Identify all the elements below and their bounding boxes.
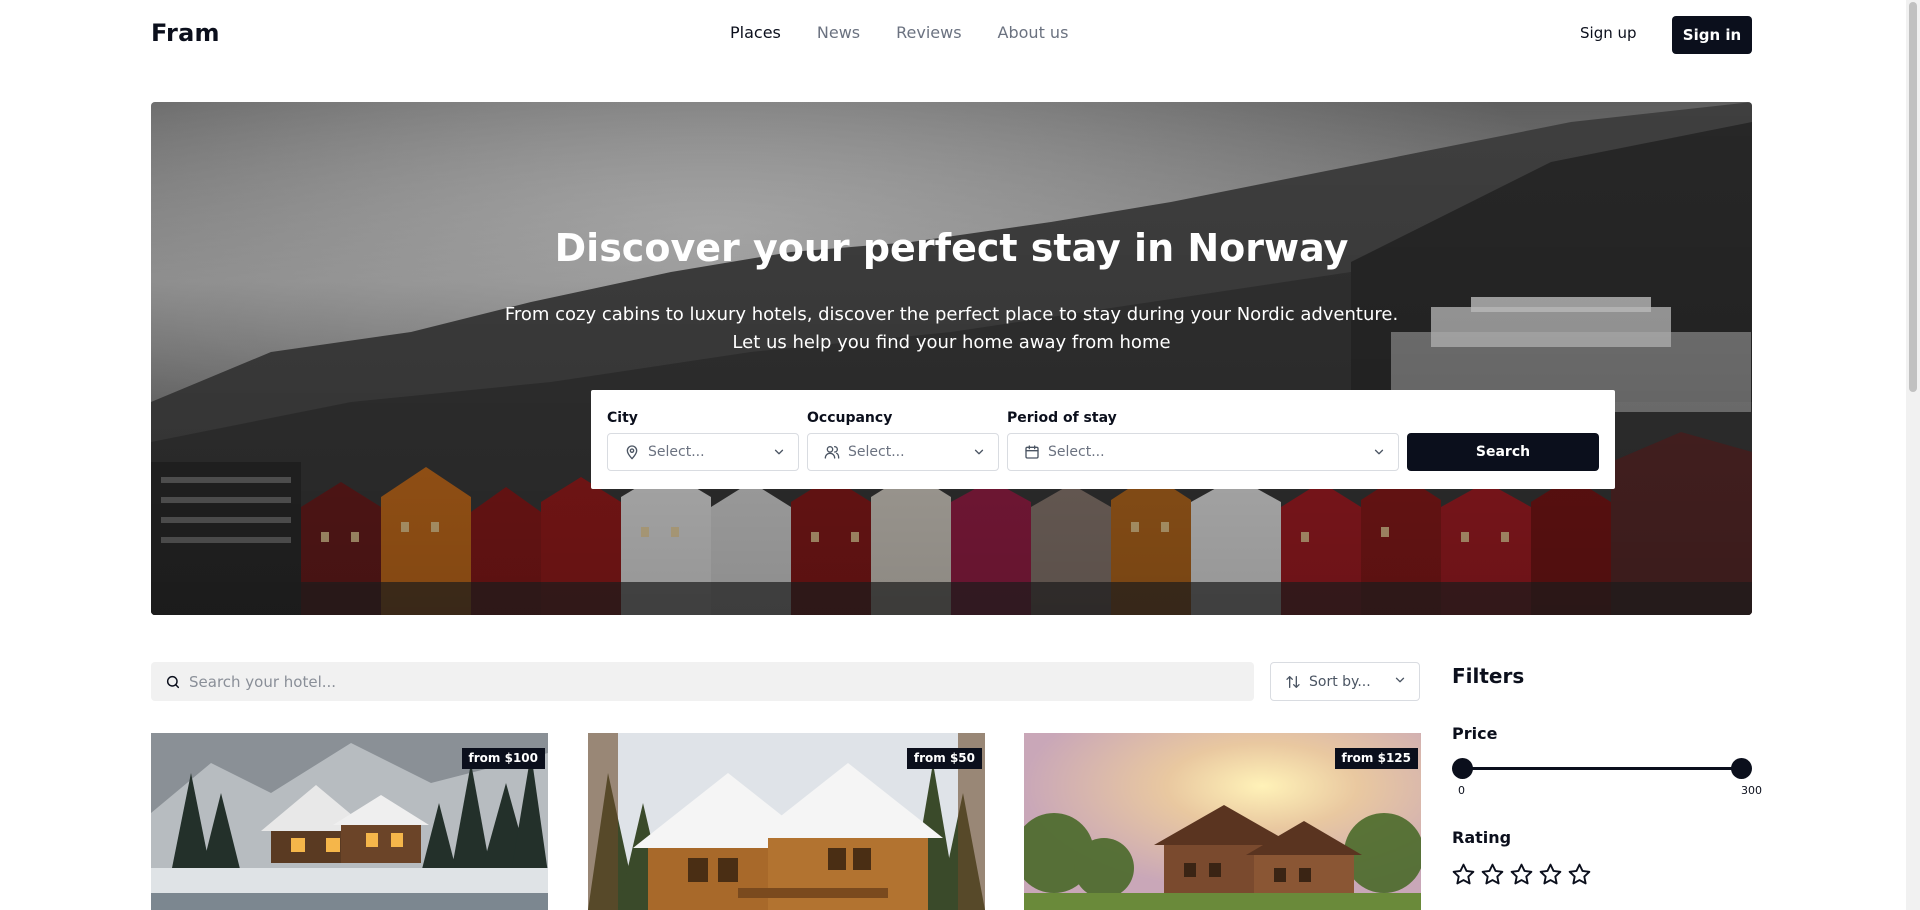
chevron-down-icon bbox=[972, 445, 986, 459]
star-icon[interactable] bbox=[1451, 862, 1476, 887]
page-scrollbar[interactable] bbox=[1906, 0, 1920, 910]
rating-filter-label: Rating bbox=[1452, 828, 1512, 847]
chevron-down-icon bbox=[1393, 672, 1407, 691]
brand-logo[interactable]: Fram bbox=[151, 19, 220, 47]
sign-in-button[interactable]: Sign in bbox=[1672, 16, 1752, 54]
filters-title: Filters bbox=[1452, 664, 1525, 688]
period-of-stay-label: Period of stay bbox=[1007, 410, 1117, 426]
top-header: Fram Places News Reviews About us Sign u… bbox=[0, 0, 1906, 70]
map-pin-icon bbox=[624, 444, 640, 460]
chevron-down-icon bbox=[772, 445, 786, 459]
price-badge: from $125 bbox=[1334, 748, 1418, 769]
hero-title: Discover your perfect stay in Norway bbox=[554, 226, 1349, 270]
nav-item-news[interactable]: News bbox=[817, 23, 860, 42]
price-filter-label: Price bbox=[1452, 724, 1498, 743]
star-icon[interactable] bbox=[1509, 862, 1534, 887]
occupancy-select[interactable]: Select... bbox=[807, 433, 999, 471]
rating-stars bbox=[1451, 862, 1592, 887]
hotel-card[interactable]: from $100 bbox=[151, 733, 548, 910]
main-nav: Places News Reviews About us bbox=[730, 23, 1068, 42]
hero-subtitle-line-1: From cozy cabins to luxury hotels, disco… bbox=[504, 304, 1399, 325]
price-range-min-handle[interactable] bbox=[1452, 758, 1473, 779]
price-range-max-handle[interactable] bbox=[1731, 758, 1752, 779]
user-icon bbox=[824, 444, 840, 460]
star-icon[interactable] bbox=[1567, 862, 1592, 887]
city-label: City bbox=[607, 410, 638, 426]
price-badge: from $50 bbox=[906, 748, 982, 769]
chevron-down-icon bbox=[1372, 445, 1386, 459]
occupancy-label: Occupancy bbox=[807, 410, 893, 426]
nav-item-about-us[interactable]: About us bbox=[998, 23, 1069, 42]
scrollbar-thumb[interactable] bbox=[1909, 2, 1917, 392]
search-icon bbox=[165, 674, 181, 690]
hotel-search-bar bbox=[151, 662, 1254, 701]
period-of-stay-select-value: Select... bbox=[1048, 444, 1105, 460]
search-panel: City Select... Occupancy Select... Perio… bbox=[591, 390, 1615, 489]
city-select[interactable]: Select... bbox=[607, 433, 799, 471]
price-range-track[interactable] bbox=[1462, 767, 1742, 770]
nav-item-places[interactable]: Places bbox=[730, 23, 781, 42]
occupancy-select-value: Select... bbox=[848, 444, 905, 460]
sign-up-link[interactable]: Sign up bbox=[1580, 24, 1637, 42]
hero-subtitle: From cozy cabins to luxury hotels, disco… bbox=[151, 301, 1752, 357]
hero-banner: Discover your perfect stay in Norway Fro… bbox=[151, 102, 1752, 615]
city-select-value: Select... bbox=[648, 444, 705, 460]
hero-subtitle-line-2: Let us help you find your home away from… bbox=[732, 332, 1171, 353]
price-range-min-label: 0 bbox=[1458, 784, 1465, 797]
nav-item-reviews[interactable]: Reviews bbox=[896, 23, 961, 42]
hotel-search-input[interactable] bbox=[189, 672, 1089, 691]
star-icon[interactable] bbox=[1480, 862, 1505, 887]
sort-arrows-icon bbox=[1285, 674, 1301, 690]
search-button[interactable]: Search bbox=[1407, 433, 1599, 471]
hotel-card[interactable]: from $50 bbox=[588, 733, 985, 910]
price-badge: from $100 bbox=[461, 748, 545, 769]
hero-background-image bbox=[151, 102, 1752, 615]
hotel-card[interactable]: from $125 bbox=[1024, 733, 1421, 910]
sort-select[interactable]: Sort by... bbox=[1270, 662, 1420, 701]
period-of-stay-select[interactable]: Select... bbox=[1007, 433, 1399, 471]
star-icon[interactable] bbox=[1538, 862, 1563, 887]
sort-select-value: Sort by... bbox=[1309, 673, 1371, 690]
price-range-max-label: 300 bbox=[1741, 784, 1762, 797]
calendar-icon bbox=[1024, 444, 1040, 460]
